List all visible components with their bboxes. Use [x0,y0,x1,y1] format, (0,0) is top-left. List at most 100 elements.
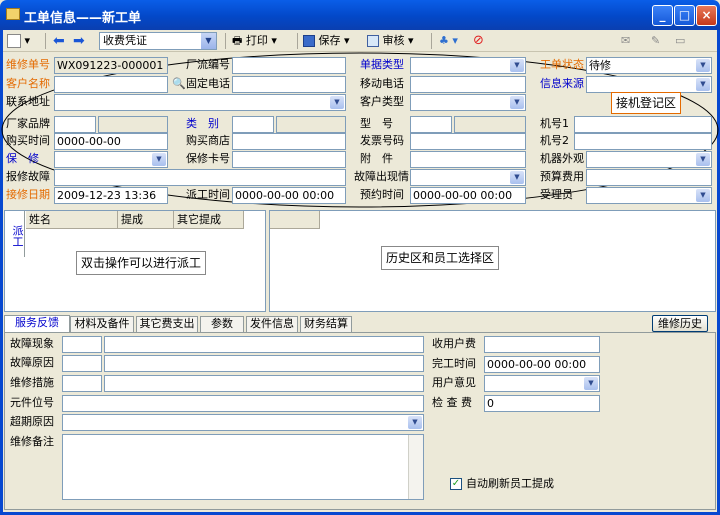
close-button[interactable]: × [696,5,717,26]
doc-type-select[interactable]: ▼ [410,57,526,74]
component-no-label: 元件位号 [10,396,54,409]
tab-materials[interactable]: 材料及备件 [70,316,134,332]
maximize-button[interactable]: □ [674,5,695,26]
repair-history-button[interactable]: 维修历史 [652,315,708,332]
tab-shipping[interactable]: 发件信息 [246,316,298,332]
column-commission[interactable]: 提成 [118,211,174,228]
warranty-card-input[interactable] [232,151,346,168]
status-select[interactable]: 待修 ▼ [586,57,712,74]
info-source-label: 信息来源 [540,77,584,90]
fault-report-input[interactable] [54,169,346,186]
invoice-input[interactable] [410,133,526,150]
mobile-label: 移动电话 [360,77,404,90]
machine2-input[interactable] [574,133,712,150]
purchase-time-input[interactable]: 0000-00-00 [54,133,168,150]
overdue-reason-label: 超期原因 [10,415,54,428]
measures-input[interactable] [104,375,424,392]
comment-icon[interactable]: ▭ [675,32,695,50]
tab-service-feedback[interactable]: 服务反馈 [4,315,70,332]
fault-symptom-input[interactable] [104,336,424,353]
fixed-phone-input[interactable] [232,76,346,93]
model-input[interactable] [410,116,452,133]
customer-type-select[interactable]: ▼ [410,94,526,111]
tab-finance[interactable]: 财务结算 [300,316,352,332]
message-icon[interactable]: ✉ [621,32,641,50]
dispatch-side-tab[interactable]: 派工 [5,211,25,257]
tab-parameters[interactable]: 参数 [200,316,244,332]
minimize-button[interactable]: _ [652,5,673,26]
repair-no-label: 维修单号 [6,58,50,71]
search-icon[interactable]: 🔍 [172,76,186,92]
appearance-select[interactable]: ▼ [586,151,712,168]
accessory-label: 附 件 [360,152,393,165]
chevron-down-icon: ▼ [408,416,422,429]
user-edit-icon[interactable]: ✎ [651,32,671,50]
appointment-input[interactable]: 0000-00-00 00:00 [410,187,526,204]
fault-condition-select[interactable]: ▼ [410,169,526,186]
new-doc-button[interactable]: ▾ [7,32,41,50]
history-header-cell [270,211,320,229]
stop-icon[interactable]: ⊘ [473,32,489,50]
receipt-type-select[interactable]: 收费凭证 ▼ [99,32,217,50]
tab-other-expenses[interactable]: 其它费支出 [136,316,198,332]
auto-refresh-checkbox[interactable]: ✓ [450,478,462,490]
users-icon[interactable]: ♣ ▾ [439,32,469,50]
check-fee-label: 检 查 费 [432,396,472,409]
chevron-down-icon: ▼ [330,96,344,109]
report-date-input[interactable]: 2009-12-23 13:36 [54,187,168,204]
mobile-input[interactable] [410,76,526,93]
chevron-down-icon: ▼ [510,171,524,184]
fault-cause-code-input[interactable] [62,355,102,372]
status-label: 工单状态 [540,58,584,71]
column-other-commission[interactable]: 其它提成 [174,211,244,228]
dispatch-table-header: 姓名 提成 其它提成 [26,211,244,229]
info-source-select[interactable]: ▼ [586,76,712,93]
customer-fee-label: 收用户费 [432,337,476,350]
audit-button[interactable]: 审核 ▾ [367,32,425,50]
measures-code-input[interactable] [62,375,102,392]
fixed-phone-label: 固定电话 [186,77,230,90]
handler-select[interactable]: ▼ [586,187,712,204]
measures-label: 维修措施 [10,376,54,389]
appointment-label: 预约时间 [360,188,404,201]
handler-label: 受理员 [540,188,573,201]
customer-fee-input[interactable] [484,336,600,353]
finish-time-input[interactable]: 0000-00-00 00:00 [484,356,600,373]
purchase-time-label: 购买时间 [6,134,50,147]
separator [297,33,298,49]
print-button[interactable]: 🖶 打印 ▾ [232,32,290,50]
forward-arrow-icon[interactable]: ➡ [73,32,91,50]
dispatch-callout: 双击操作可以进行派工 [76,251,207,275]
doc-type-label: 单据类型 [360,58,404,71]
category-name-field [276,116,346,133]
column-name[interactable]: 姓名 [26,211,118,228]
fault-cause-input[interactable] [104,355,424,372]
factory-brand-input[interactable] [54,116,96,133]
address-input[interactable]: ▼ [54,94,346,111]
accessory-input[interactable] [410,151,526,168]
machine1-input[interactable] [574,116,712,133]
store-label: 购买商店 [186,134,230,147]
overdue-reason-select[interactable]: ▼ [62,414,424,431]
warranty-select[interactable]: ▼ [54,151,168,168]
dispatch-time-input[interactable]: 0000-00-00 00:00 [232,187,346,204]
customer-input[interactable] [54,76,168,93]
user-opinion-select[interactable]: ▼ [484,375,600,392]
factory-brand-label: 厂家品牌 [6,117,50,130]
remarks-label: 维修备注 [10,435,54,448]
category-input[interactable] [232,116,274,133]
scrollbar[interactable] [408,435,423,499]
budget-input[interactable] [586,169,712,186]
fault-symptom-code-input[interactable] [62,336,102,353]
factory-no-input[interactable] [232,57,346,74]
store-input[interactable] [232,133,346,150]
repair-no-field: WX091223-000001 [54,57,168,74]
machine2-label: 机号2 [540,134,569,147]
save-button[interactable]: 保存 ▾ [303,32,361,50]
remarks-textarea[interactable] [62,434,424,500]
chevron-down-icon: ▼ [696,189,710,202]
component-no-input[interactable] [62,395,424,412]
customer-type-label: 客户类型 [360,95,404,108]
back-arrow-icon[interactable]: ⬅ [53,32,71,50]
check-fee-input[interactable]: 0 [484,395,600,412]
